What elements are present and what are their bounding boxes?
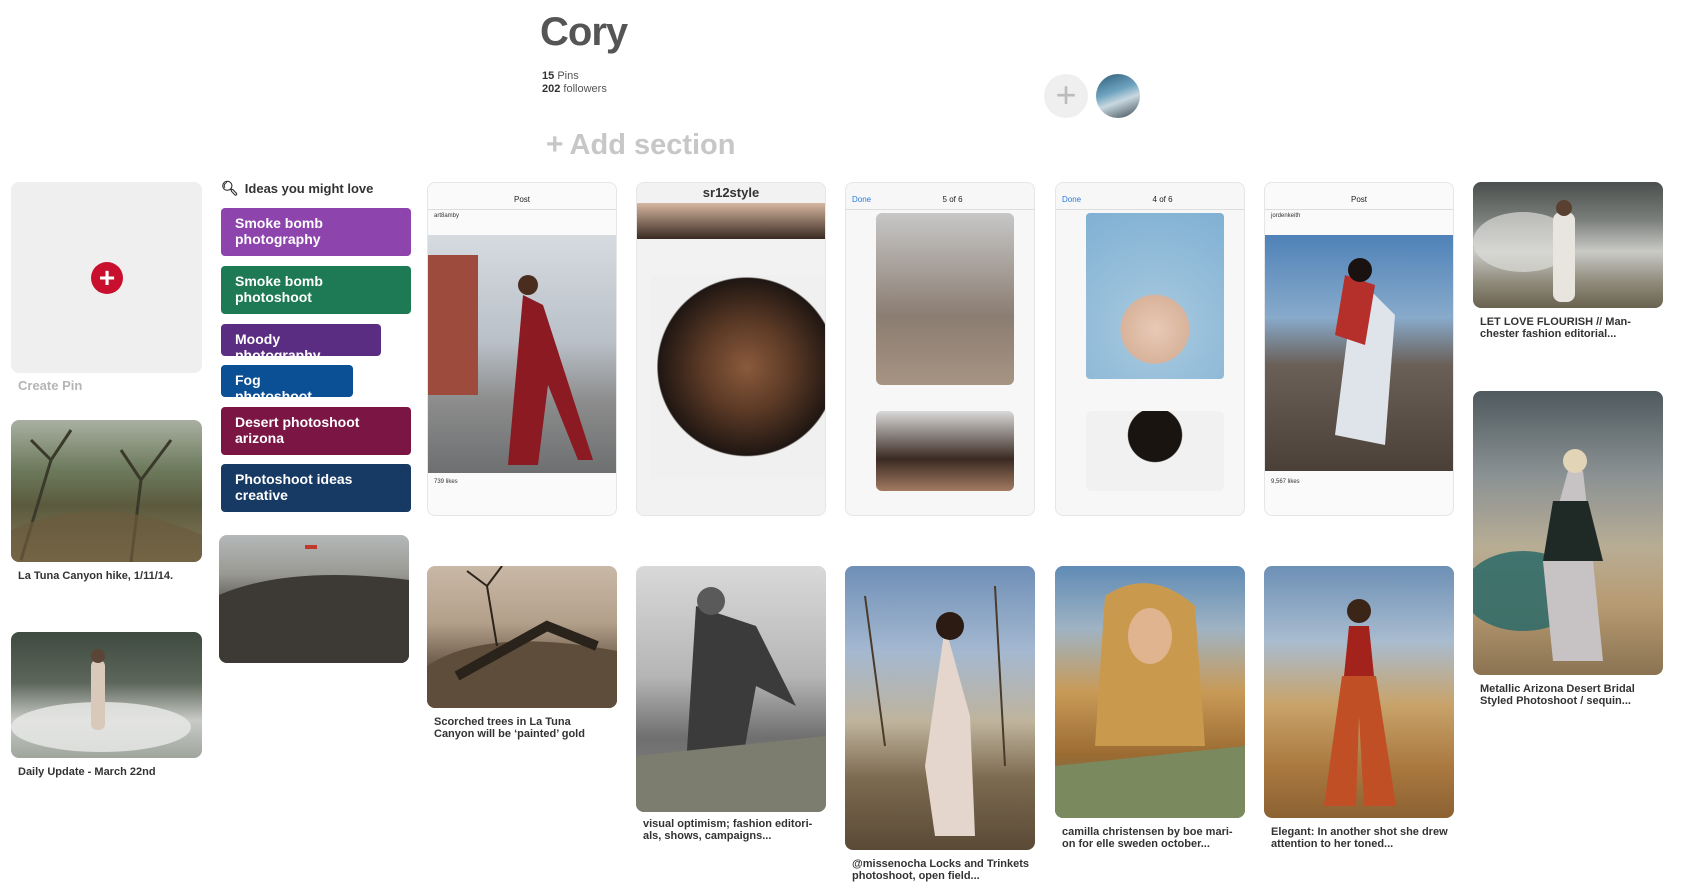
beach-fashion-image <box>1265 235 1453 471</box>
pin-caption[interactable]: Daily Update - March 22nd <box>18 766 198 778</box>
status-bar <box>1265 183 1453 195</box>
nav-header: Done 5 of 6 <box>846 195 1034 210</box>
pin-image-missenocha[interactable] <box>845 566 1035 850</box>
create-pin-tile[interactable]: + <box>11 182 202 373</box>
pin-image-elegant[interactable] <box>1264 566 1454 818</box>
scorched-tree-image <box>427 566 617 708</box>
pin-image-helicopter[interactable] <box>219 535 409 663</box>
hair-image <box>876 411 1014 491</box>
idea-button[interactable]: Smoke bomb photography <box>221 208 411 256</box>
pin-image-let-love[interactable] <box>1473 182 1663 308</box>
pin-caption[interactable]: La Tuna Canyon hike, 1/11/14. <box>18 570 198 582</box>
pins-count: 15 <box>542 70 555 82</box>
done-button: Done <box>852 195 872 204</box>
hair-image <box>637 203 825 239</box>
likes-count: 739 likes <box>434 479 458 485</box>
pin-image-scorched[interactable] <box>427 566 617 708</box>
hair-buns-image <box>1086 213 1224 379</box>
nav-header: Done 4 of 6 <box>1056 195 1244 210</box>
post-user: sr12style <box>702 185 760 200</box>
idea-button[interactable]: Moody photography <box>221 324 381 363</box>
page-indicator: 4 of 6 <box>1152 195 1173 204</box>
pin-image-metallic[interactable] <box>1473 391 1663 675</box>
board-stats: 15 Pins 202 followers <box>542 70 607 96</box>
done-button: Done <box>1062 195 1082 204</box>
likes-count: 9,567 likes <box>1271 479 1300 485</box>
plus-icon: + <box>546 128 564 161</box>
add-collaborator-button[interactable]: + <box>1044 74 1088 118</box>
pin-caption[interactable]: Elegant: In another shot she drew attent… <box>1271 826 1451 850</box>
field-portrait-image <box>864 585 1006 836</box>
trees-image <box>11 429 202 562</box>
pin-image-5of6[interactable]: Done 5 of 6 <box>845 182 1035 516</box>
pin-image-daily-update[interactable] <box>11 632 202 758</box>
pin-caption[interactable]: camilla christensen by boe mari- on for … <box>1062 826 1242 850</box>
blonde-portrait-image <box>1055 583 1245 818</box>
board-title: Cory <box>540 10 628 54</box>
status-bar <box>428 183 616 195</box>
status-bar <box>846 183 1034 195</box>
orange-outfit-image <box>1324 599 1396 806</box>
create-pin-label[interactable]: Create Pin <box>18 378 82 393</box>
add-section-button[interactable]: + Add section <box>546 128 736 162</box>
ideas-header: 🔍︎ Ideas you might love <box>221 180 373 197</box>
hair-knots-image <box>876 213 1014 385</box>
idea-button[interactable]: Desert photoshoot arizona <box>221 407 411 455</box>
pins-label: Pins <box>557 70 579 82</box>
pin-caption[interactable]: LET LOVE FLOURISH // Man- chester fashio… <box>1480 316 1660 340</box>
idea-button[interactable]: Fog photoshoot <box>221 365 353 404</box>
post-user: jordenkeith <box>1271 213 1301 219</box>
ideas-header-label: Ideas you might love <box>244 181 374 196</box>
pin-image-phone-post[interactable]: Post art8amby 739 likes <box>427 182 617 516</box>
pin-image-jorden[interactable]: Post jordenkeith 9,567 likes <box>1264 182 1454 516</box>
avatar[interactable] <box>1096 74 1140 118</box>
fashion-red-suit-image <box>428 235 616 473</box>
pin-caption[interactable]: @missenocha Locks and Trinkets photoshoo… <box>852 858 1032 882</box>
idea-button[interactable]: Smoke bomb photoshoot <box>221 266 411 314</box>
post-user: art8amby <box>434 213 460 219</box>
plus-icon: + <box>1055 74 1077 115</box>
add-section-label: Add section <box>569 129 736 161</box>
post-header: Post <box>428 195 616 210</box>
forest-smoke-image <box>11 649 191 752</box>
followers-label[interactable]: followers <box>563 83 606 95</box>
pin-image-sr12style[interactable]: sr12style <box>636 182 826 516</box>
search-icon: 🔍︎ <box>221 180 239 196</box>
pin-image-la-tuna[interactable] <box>11 420 202 562</box>
page-indicator: 5 of 6 <box>942 195 963 204</box>
pin-image-visual-optimism[interactable] <box>636 566 826 812</box>
pin-image-4of6[interactable]: Done 4 of 6 <box>1055 182 1245 516</box>
post-header: Post <box>1265 195 1453 210</box>
add-pin-icon: + <box>91 262 123 294</box>
bw-fashion-image <box>636 587 826 812</box>
pin-caption[interactable]: Metallic Arizona Desert Bridal Styled Ph… <box>1480 683 1660 707</box>
updo-image <box>1086 411 1224 491</box>
pin-image-camilla[interactable] <box>1055 566 1245 818</box>
pin-caption[interactable]: visual optimism; fashion editori- als, s… <box>643 818 823 842</box>
pin-caption[interactable]: Scorched trees in La Tuna Canyon will be… <box>434 716 614 740</box>
burnt-hills-image <box>219 545 409 663</box>
idea-button[interactable]: Photoshoot ideas creative <box>221 464 411 512</box>
smoke-portrait-image <box>1473 200 1575 302</box>
status-bar <box>1056 183 1244 195</box>
followers-count[interactable]: 202 <box>542 83 560 95</box>
curly-hair-image <box>651 275 825 479</box>
desert-bridal-image <box>1473 449 1603 661</box>
